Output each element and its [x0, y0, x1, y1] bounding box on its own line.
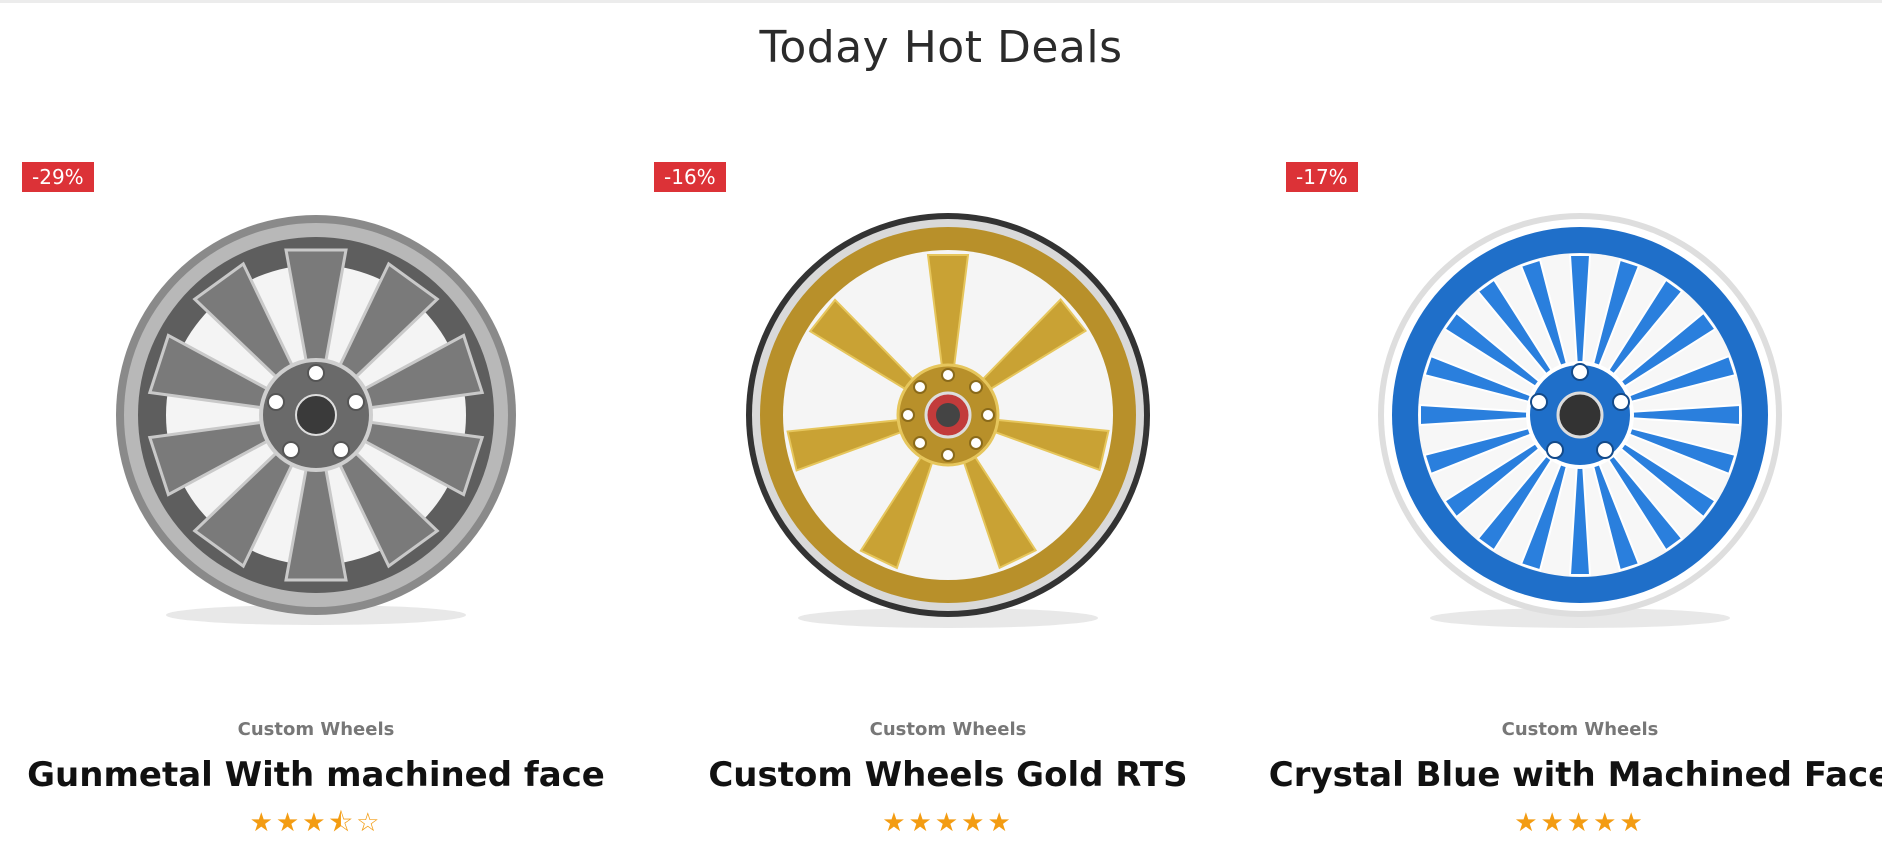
product-title[interactable]: Crystal Blue with Machined Face: [1264, 755, 1882, 795]
product-title[interactable]: Gunmetal With machined face: [0, 755, 632, 795]
star-icon: ★: [249, 808, 276, 838]
star-icon: ★: [882, 808, 909, 838]
product-grid: -29% Custom Wheels Gunmetal With machine…: [0, 160, 1882, 850]
star-half-icon: ⯪: [328, 808, 357, 838]
star-icon: ★: [275, 808, 303, 838]
product-card[interactable]: -17% Custom Wheels Crystal Blue with Mac…: [1264, 160, 1882, 850]
star-icon: ★: [1514, 808, 1541, 838]
star-icon: ★: [1540, 808, 1567, 838]
star-icon: ★: [1619, 808, 1646, 838]
product-image[interactable]: [111, 210, 521, 630]
star-icon: ★: [1566, 808, 1594, 838]
star-icon: ★: [908, 808, 935, 838]
wheel-gold-image: [746, 213, 1150, 628]
product-category[interactable]: Custom Wheels: [632, 719, 1264, 740]
star-empty-icon: ☆: [356, 808, 383, 838]
product-category[interactable]: Custom Wheels: [0, 719, 632, 740]
discount-badge: -17%: [1286, 162, 1358, 192]
wheel-blue-image: [1378, 213, 1782, 628]
product-card[interactable]: -16% Custom Wheels Custom Wheels Gold RT…: [632, 160, 1264, 850]
top-divider: [0, 0, 1882, 3]
star-icon: ★: [961, 808, 988, 838]
product-image[interactable]: [1375, 210, 1785, 630]
product-title[interactable]: Custom Wheels Gold RTS: [632, 755, 1264, 795]
star-rating: ★★★★★: [1264, 808, 1882, 838]
product-image[interactable]: [743, 210, 1153, 630]
product-category[interactable]: Custom Wheels: [1264, 719, 1882, 740]
discount-badge: -29%: [22, 162, 94, 192]
discount-badge: -16%: [654, 162, 726, 192]
wheel-gunmetal-image: [116, 215, 516, 625]
star-icon: ★: [302, 808, 329, 838]
star-rating: ★★★★★: [632, 808, 1264, 838]
star-icon: ★: [934, 808, 962, 838]
star-icon: ★: [1593, 808, 1620, 838]
product-card[interactable]: -29% Custom Wheels Gunmetal With machine…: [0, 160, 632, 850]
star-rating: ★★★⯪☆: [0, 808, 632, 838]
star-icon: ★: [987, 808, 1014, 838]
section-title: Today Hot Deals: [759, 22, 1123, 73]
